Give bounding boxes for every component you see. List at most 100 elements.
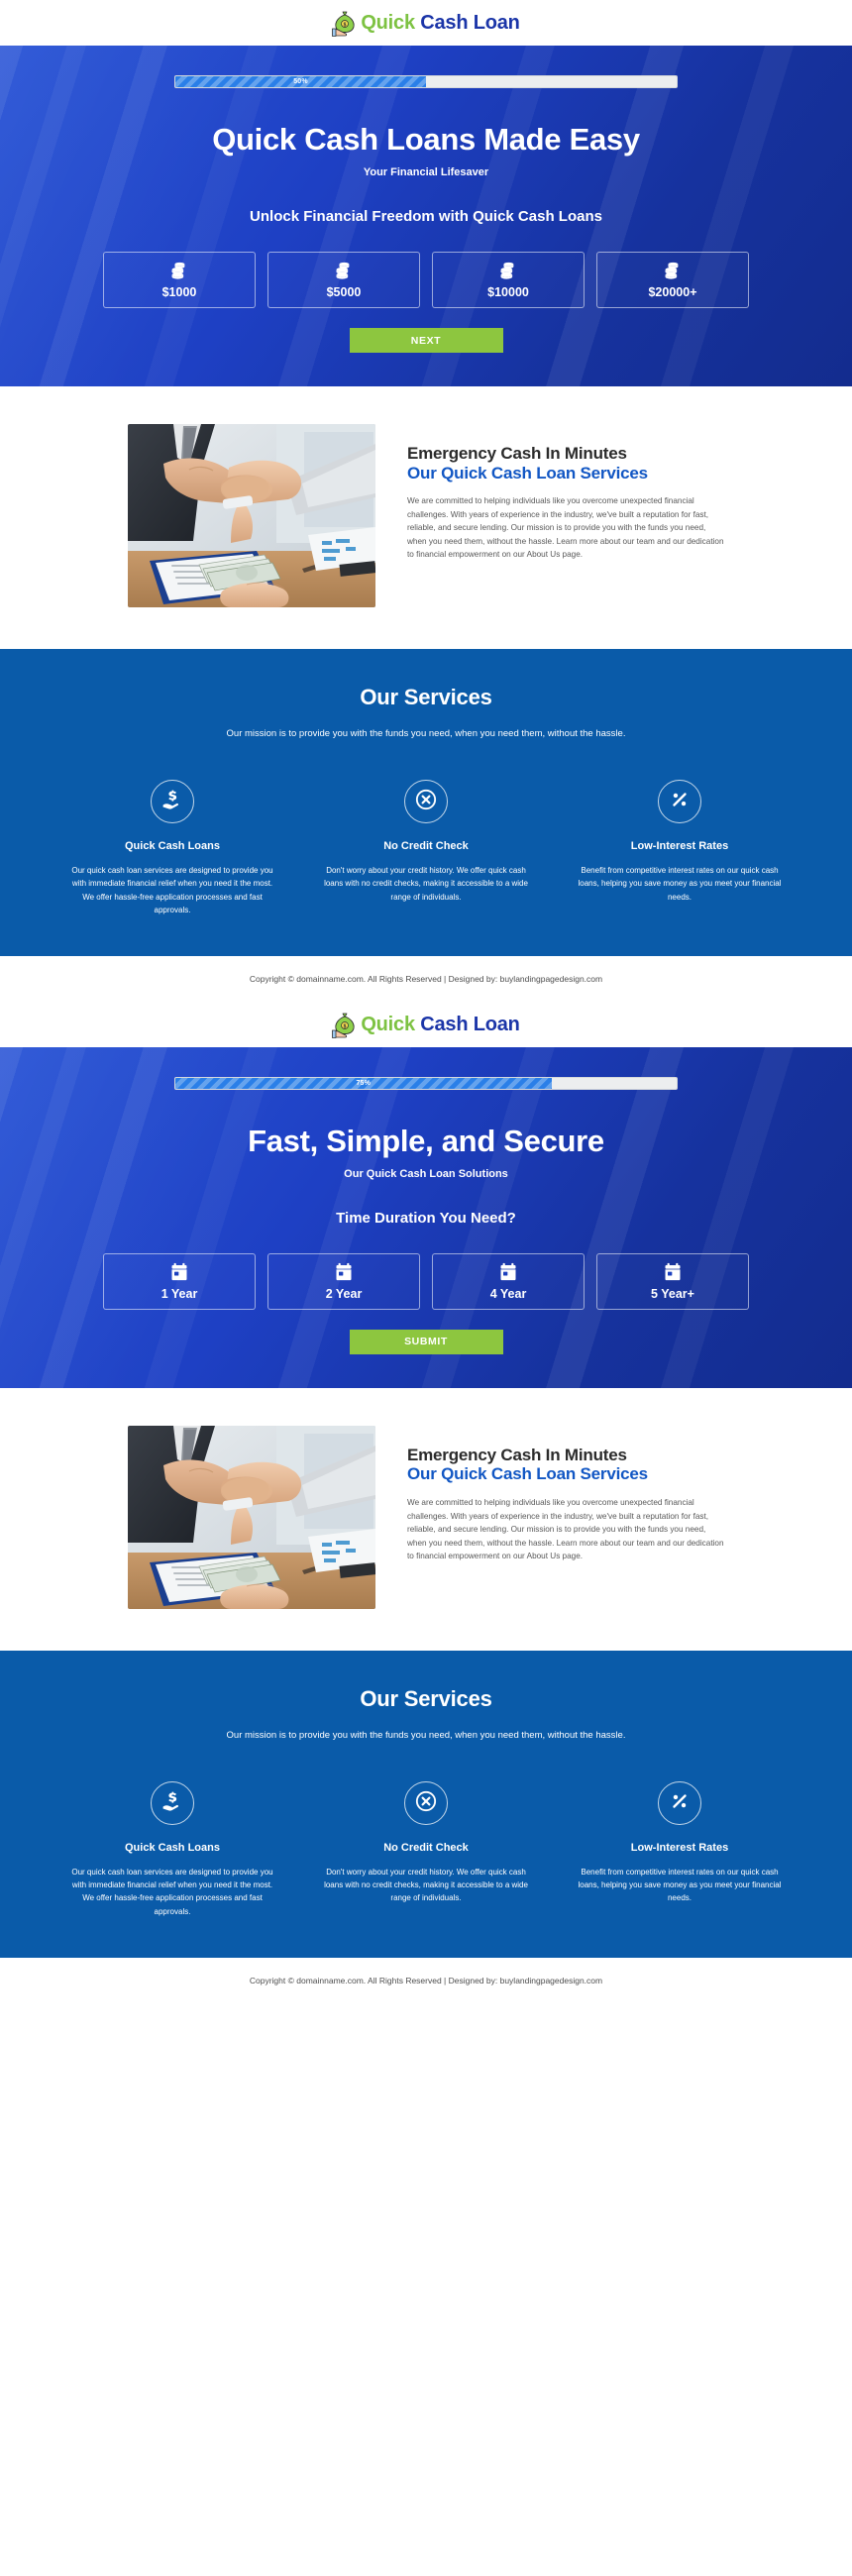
calendar-icon — [334, 1262, 354, 1282]
service-description: Benefit from competitive interest rates … — [578, 866, 782, 902]
progress-percent-label: 50% — [293, 78, 308, 85]
service-icon-circle — [658, 780, 701, 824]
coin-stack-icon — [498, 261, 518, 280]
footer: Copyright © domainname.com. All Rights R… — [0, 955, 852, 1002]
progress-fill: 50% — [175, 76, 426, 87]
option-card-5-year[interactable]: 5 Year+ — [596, 1252, 749, 1310]
x-circle-icon — [415, 1790, 437, 1817]
percent-circle-icon — [669, 1790, 691, 1817]
money-bag-icon: $ — [332, 1011, 358, 1038]
logo-bar: $ Quick Cash Loan — [0, 1001, 852, 1047]
service-icon-circle — [404, 780, 448, 824]
service-description: Benefit from competitive interest rates … — [578, 1868, 782, 1903]
service-icon-circle — [404, 1781, 448, 1826]
option-card-20000[interactable]: $20000+ — [596, 252, 749, 308]
service-description: Don't worry about your credit history. W… — [324, 866, 528, 902]
calendar-icon — [169, 1262, 189, 1282]
service-icon-circle — [151, 1781, 194, 1826]
about-heading-blue: Our Quick Cash Loan Services — [407, 463, 648, 483]
service-title: Low-Interest Rates — [630, 1842, 729, 1855]
option-card-1-year[interactable]: 1 Year — [103, 1252, 256, 1310]
service-description: Our quick cash loan services are designe… — [71, 866, 273, 914]
x-circle-icon — [415, 789, 437, 815]
option-card-2-year[interactable]: 2 Year — [267, 1252, 420, 1310]
site-logo[interactable]: $ Quick Cash Loan — [332, 9, 520, 37]
services-section: Our Services Our mission is to provide y… — [0, 649, 852, 956]
service-item-low-interest-rates: Low-Interest Rates Benefit from competit… — [577, 1781, 783, 1918]
about-section: Emergency Cash In Minutes Our Quick Cash… — [0, 386, 852, 649]
logo-text-quick: Quick — [361, 12, 415, 34]
svg-text:$: $ — [344, 22, 347, 28]
option-label: $20000+ — [648, 285, 697, 299]
services-title: Our Services — [360, 685, 492, 709]
logo-bar: $ Quick Cash Loan — [0, 0, 852, 46]
hero-section-2: 75% Fast, Simple, and Secure Our Quick C… — [0, 1047, 852, 1388]
services-subtitle: Our mission is to provide you with the f… — [226, 1729, 626, 1741]
option-group: $1000 $5000 $10000 $20000+ — [99, 252, 753, 308]
cta-button[interactable]: NEXT — [349, 328, 503, 353]
service-item-quick-cash-loans: Quick Cash Loans Our quick cash loan ser… — [69, 780, 275, 916]
hero-question: Time Duration You Need? — [336, 1209, 516, 1227]
hero-subtitle: Our Quick Cash Loan Solutions — [344, 1167, 508, 1180]
progress-bar: 50% — [174, 75, 678, 88]
coin-stack-icon — [169, 261, 189, 280]
services-subtitle: Our mission is to provide you with the f… — [226, 728, 626, 739]
site-logo[interactable]: $ Quick Cash Loan — [332, 1011, 520, 1038]
service-description: Our quick cash loan services are designe… — [71, 1868, 273, 1916]
service-item-no-credit-check: No Credit Check Don't worry about your c… — [323, 1781, 529, 1918]
about-paragraph: We are committed to helping individuals … — [407, 496, 724, 560]
services-section: Our Services Our mission is to provide y… — [0, 1650, 852, 1958]
percent-circle-icon — [669, 789, 691, 815]
hero-title: Fast, Simple, and Secure — [248, 1123, 604, 1158]
logo-text-cash-loan: Cash Loan — [420, 1013, 520, 1035]
option-card-1000[interactable]: $1000 — [103, 252, 256, 308]
option-label: $10000 — [487, 285, 529, 299]
hero-subtitle: Your Financial Lifesaver — [363, 166, 489, 178]
hand-holding-dollar-icon — [161, 789, 183, 815]
hand-holding-dollar-icon — [161, 1790, 183, 1817]
logo-text-quick: Quick — [361, 1013, 415, 1035]
service-item-quick-cash-loans: Quick Cash Loans Our quick cash loan ser… — [69, 1781, 275, 1918]
service-item-low-interest-rates: Low-Interest Rates Benefit from competit… — [577, 780, 783, 916]
option-card-4-year[interactable]: 4 Year — [432, 1252, 585, 1310]
about-paragraph: We are committed to helping individuals … — [407, 1497, 724, 1561]
copyright-text: Copyright © domainname.com. All Rights R… — [249, 1975, 603, 1986]
services-grid: Quick Cash Loans Our quick cash loan ser… — [69, 1781, 783, 1918]
option-label: 5 Year+ — [651, 1286, 694, 1301]
option-label: 1 Year — [160, 1286, 198, 1301]
about-heading-dark: Emergency Cash In Minutes — [407, 444, 627, 463]
option-card-10000[interactable]: $10000 — [432, 252, 585, 308]
option-card-5000[interactable]: $5000 — [267, 252, 420, 308]
hero-section-1: 50% Quick Cash Loans Made Easy Your Fina… — [0, 46, 852, 386]
hero-title: Quick Cash Loans Made Easy — [212, 122, 640, 157]
service-description: Don't worry about your credit history. W… — [324, 1868, 528, 1903]
logo-text-cash-loan: Cash Loan — [420, 12, 520, 34]
service-title: Quick Cash Loans — [125, 1842, 220, 1855]
progress-bar: 75% — [174, 1076, 678, 1090]
service-title: Low-Interest Rates — [630, 840, 729, 853]
progress-fill: 75% — [175, 1077, 552, 1089]
service-title: No Credit Check — [383, 840, 469, 853]
svg-text:$: $ — [344, 1023, 347, 1029]
option-label: 2 Year — [325, 1286, 363, 1301]
cta-button[interactable]: SUBMIT — [349, 1329, 503, 1354]
copyright-text: Copyright © domainname.com. All Rights R… — [249, 973, 603, 984]
handshake-photo — [128, 424, 375, 607]
service-title: Quick Cash Loans — [125, 840, 220, 853]
progress-percent-label: 75% — [356, 1079, 372, 1087]
option-label: 4 Year — [489, 1286, 527, 1301]
option-label: $5000 — [326, 285, 362, 299]
service-icon-circle — [151, 780, 194, 824]
service-item-no-credit-check: No Credit Check Don't worry about your c… — [323, 780, 529, 916]
about-section: Emergency Cash In Minutes Our Quick Cash… — [0, 1387, 852, 1651]
coin-stack-icon — [663, 261, 683, 280]
calendar-icon — [498, 1262, 518, 1282]
money-bag-icon: $ — [332, 9, 358, 37]
services-grid: Quick Cash Loans Our quick cash loan ser… — [69, 780, 783, 916]
hero-question: Unlock Financial Freedom with Quick Cash… — [250, 208, 602, 225]
calendar-icon — [663, 1262, 683, 1282]
about-heading-blue: Our Quick Cash Loan Services — [407, 1464, 648, 1484]
service-title: No Credit Check — [383, 1842, 469, 1855]
option-label: $1000 — [161, 285, 197, 299]
footer: Copyright © domainname.com. All Rights R… — [0, 1957, 852, 2003]
